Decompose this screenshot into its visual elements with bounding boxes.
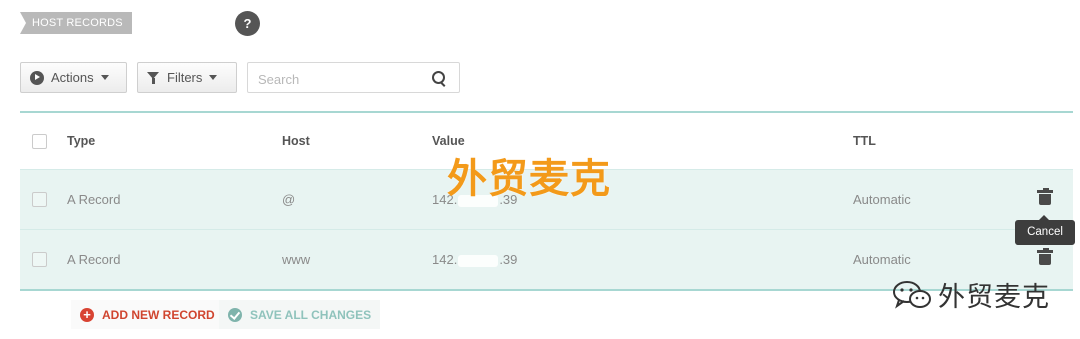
add-new-record-button[interactable]: + ADD NEW RECORD	[71, 300, 224, 329]
record-value-suffix: .39	[499, 252, 518, 267]
record-ttl: Automatic	[853, 192, 911, 207]
watermark-text: 外贸麦克	[447, 157, 611, 201]
cancel-tooltip: Cancel	[1015, 215, 1075, 245]
record-value: 142. .39	[432, 252, 517, 267]
column-header-ttl: TTL	[853, 134, 876, 148]
record-value-prefix: 142.	[432, 252, 458, 267]
search-icon[interactable]	[432, 71, 445, 84]
filters-dropdown-button[interactable]: Filters	[137, 62, 237, 93]
row-checkbox[interactable]	[32, 192, 47, 207]
save-all-changes-label: SAVE ALL CHANGES	[250, 307, 372, 322]
record-host: @	[282, 192, 296, 207]
help-icon[interactable]: ?	[235, 11, 260, 36]
select-all-checkbox[interactable]	[32, 133, 47, 149]
actions-label: Actions	[51, 70, 94, 85]
caret-down-icon	[100, 75, 109, 80]
record-type: A Record	[67, 192, 121, 207]
search-box	[247, 62, 460, 93]
filters-label: Filters	[167, 70, 203, 85]
check-icon	[228, 307, 242, 322]
plus-icon: +	[80, 307, 94, 322]
actions-dropdown-button[interactable]: Actions	[20, 62, 127, 93]
wechat-watermark-text: 外贸麦克	[938, 282, 1050, 312]
row-checkbox[interactable]	[32, 252, 47, 267]
caret-down-icon	[209, 75, 218, 80]
search-input[interactable]	[256, 69, 420, 89]
funnel-icon	[147, 72, 159, 84]
wechat-icon	[893, 280, 931, 309]
trash-icon[interactable]	[1037, 248, 1053, 265]
column-header-host: Host	[282, 134, 310, 148]
play-icon	[30, 70, 44, 85]
save-all-changes-button[interactable]: SAVE ALL CHANGES	[219, 300, 381, 329]
record-ttl: Automatic	[853, 252, 911, 267]
wechat-watermark: 外贸麦克	[892, 275, 1050, 314]
trash-icon[interactable]	[1037, 188, 1053, 205]
section-title: HOST RECORDS	[20, 12, 132, 34]
record-type: A Record	[67, 252, 121, 267]
value-redaction	[458, 254, 499, 267]
add-new-record-label: ADD NEW RECORD	[102, 307, 215, 322]
record-host: www	[282, 252, 311, 267]
column-header-type: Type	[67, 134, 96, 148]
